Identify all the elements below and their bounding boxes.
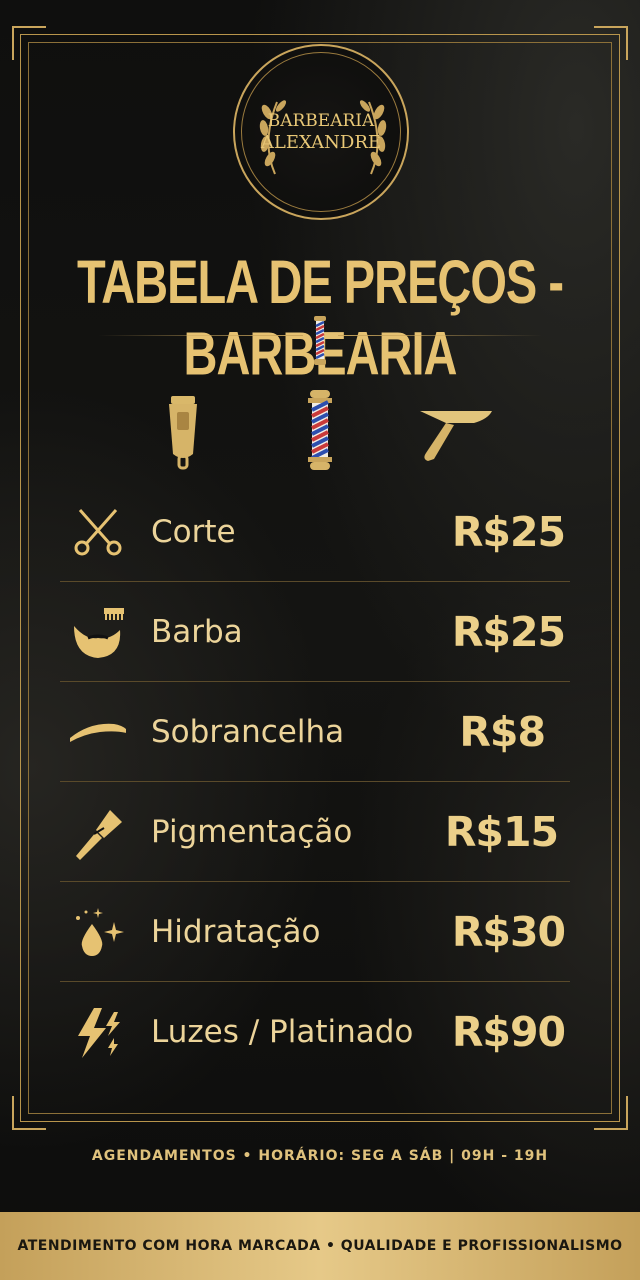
service-name: Barba — [151, 614, 243, 650]
service-name: Hidratação — [151, 914, 321, 950]
divider — [98, 335, 303, 336]
service-name: Pigmentação — [151, 814, 353, 850]
barber-pole-icon — [308, 390, 332, 470]
scissors-icon — [74, 509, 122, 556]
service-row: Sobrancelha R$8 — [60, 682, 570, 782]
service-price: R$30 — [451, 908, 566, 956]
divider — [338, 335, 543, 336]
bottom-banner: ATENDIMENTO COM HORA MARCADA • QUALIDADE… — [0, 1212, 640, 1280]
service-name: Corte — [151, 514, 236, 550]
lightning-icon — [78, 1008, 120, 1058]
logo-line2: ALEXANDRE — [260, 132, 382, 153]
service-row: Pigmentação R$15 — [60, 782, 570, 882]
corner-ornament — [12, 26, 46, 60]
logo-line1: BARBEARIA — [267, 111, 375, 131]
hair-clipper-icon — [169, 396, 197, 470]
beard-comb-icon — [74, 608, 124, 658]
service-row: Barba R$25 — [60, 582, 570, 682]
droplet-sparkle-icon — [76, 908, 124, 956]
service-price: R$90 — [451, 1008, 566, 1056]
corner-ornament — [12, 1096, 46, 1130]
corner-ornament — [594, 1096, 628, 1130]
service-name: Luzes / Platinado — [151, 1014, 414, 1050]
bottom-banner-text: ATENDIMENTO COM HORA MARCADA • QUALIDADE… — [17, 1238, 623, 1254]
service-price: R$8 — [459, 708, 546, 756]
straight-razor-icon — [420, 411, 492, 461]
brand-logo: BARBEARIA ALEXANDRE — [233, 44, 409, 220]
service-row: Luzes / Platinado R$90 — [60, 982, 570, 1082]
service-price: R$25 — [451, 508, 566, 556]
service-row: Corte R$25 — [60, 482, 570, 582]
service-row: Hidratação R$30 — [60, 882, 570, 982]
service-price: R$15 — [444, 808, 559, 856]
corner-ornament — [594, 26, 628, 60]
schedule-info: AGENDAMENTOS • HORÁRIO: SEG A SÁB | 09H … — [91, 1148, 549, 1164]
service-price: R$25 — [451, 608, 566, 656]
eyebrow-icon — [70, 723, 126, 742]
barber-pole-icon — [314, 316, 326, 365]
service-name: Sobrancelha — [151, 714, 345, 750]
brush-icon — [76, 810, 122, 860]
